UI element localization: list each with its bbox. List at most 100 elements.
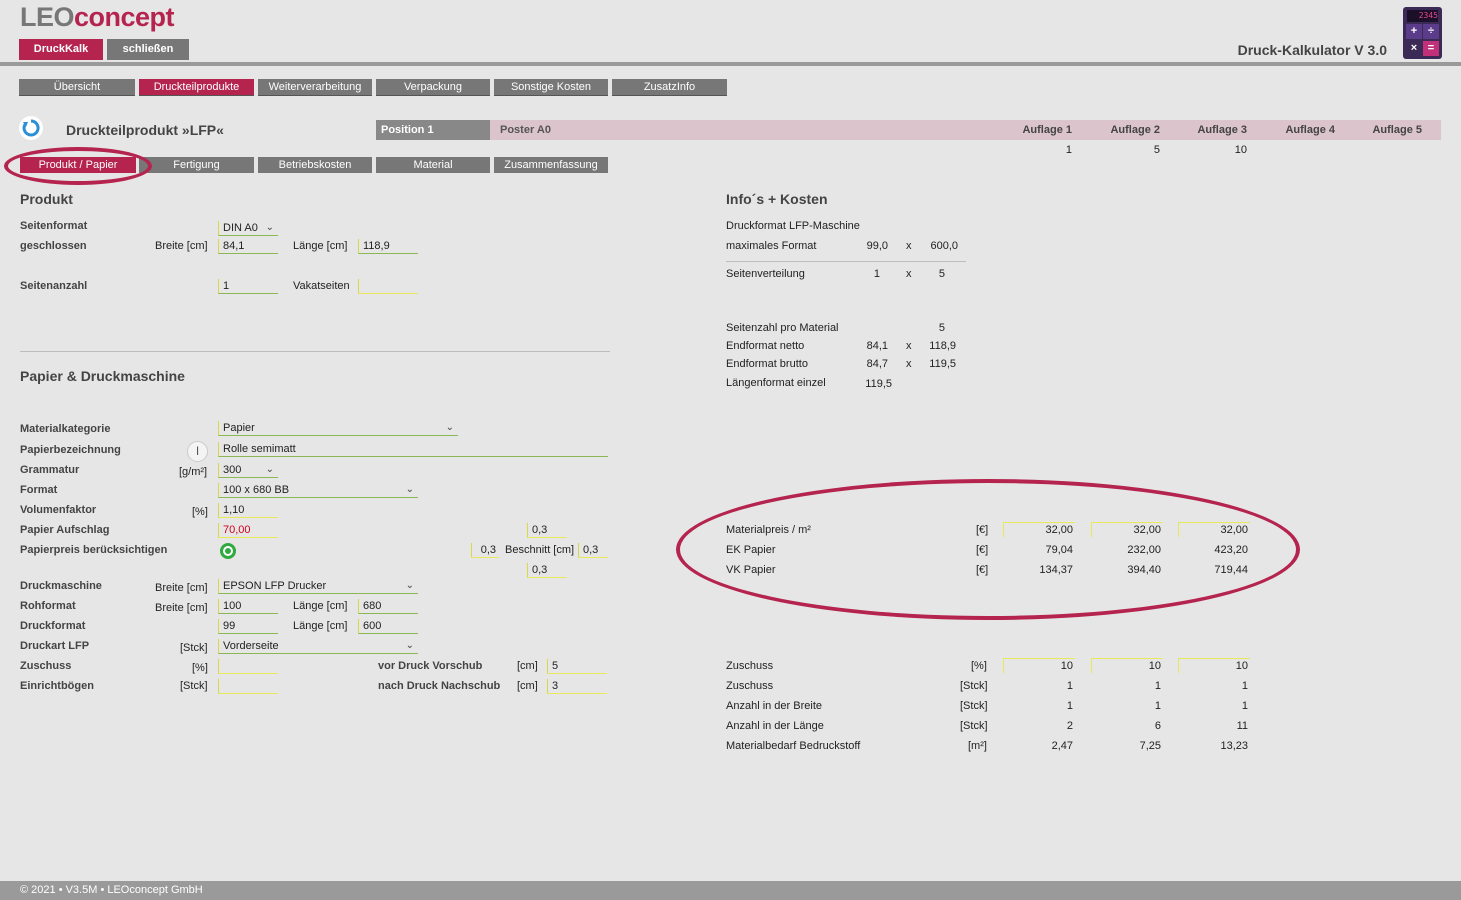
grammatur-select[interactable]: 300 ⌄ (218, 463, 278, 478)
chevron-down-icon: ⌄ (265, 464, 274, 475)
highlight-ellipse-subtab (4, 147, 152, 185)
material-anzahl-laenge-2: 6 (1154, 720, 1161, 732)
endformat-netto-width: 84,1 (866, 340, 888, 352)
tab-sonstige-kosten[interactable]: Sonstige Kosten (494, 79, 608, 96)
endformat-netto-label: Endformat netto (726, 340, 805, 352)
material-unit-anzahl-laenge: [Stck] (960, 720, 988, 732)
papierbezeichnung-label: Papierbezeichnung (20, 444, 121, 456)
position-name: Poster A0 (500, 124, 551, 136)
calculator-icon[interactable]: 2345 + ÷ × = (1403, 7, 1442, 59)
leoconcept-logo: LEOconcept (20, 2, 175, 33)
material-label-materialbedarf: Materialbedarf Bedruckstoff (726, 740, 861, 752)
vakatseiten-input[interactable] (358, 279, 418, 294)
tab-zusatzinfo[interactable]: ZusatzInfo (612, 79, 727, 96)
auflage-header-5: Auflage 5 (1372, 124, 1422, 136)
papier-aufschlag-input[interactable]: 70,00 (218, 523, 278, 538)
grammatur-unit: [g/m²] (179, 466, 208, 478)
druckmaschine-breite-label: Breite [cm] (155, 582, 208, 594)
grammatur-value: 300 (223, 464, 242, 476)
druckkalk-button[interactable]: DruckKalk (19, 39, 103, 60)
material-zuschuss-pct-1[interactable]: 10 (1003, 658, 1075, 673)
close-button[interactable]: schließen (107, 39, 189, 60)
volumenfaktor-input[interactable]: 1,10 (218, 503, 278, 518)
material-unit-anzahl-breite: [Stck] (960, 700, 988, 712)
material-zuschuss-stck-1: 1 (1066, 680, 1073, 692)
material-zuschuss-pct-2[interactable]: 10 (1091, 658, 1163, 673)
breite-label: Breite [cm] (155, 240, 208, 252)
breite-input[interactable]: 84,1 (218, 239, 278, 254)
vordruck-unit: [cm] (517, 660, 538, 672)
rohformat-laenge-input[interactable]: 680 (358, 599, 418, 614)
rohformat-breite-input[interactable]: 100 (218, 599, 278, 614)
auflage-value-3[interactable]: 10 (1177, 144, 1247, 156)
druckmaschine-label: Druckmaschine (20, 580, 102, 592)
chevron-down-icon: ⌄ (405, 580, 414, 591)
text-cursor-icon[interactable]: I (187, 441, 208, 462)
zuschuss-unit: [%] (192, 662, 208, 674)
druckart-label: Druckart LFP (20, 640, 90, 652)
material-anzahl-breite-2: 1 (1154, 700, 1161, 712)
seitenverteilung-x: x (906, 268, 912, 280)
auflage-header-4: Auflage 4 (1285, 124, 1335, 136)
seitenformat-select[interactable]: DIN A0 ⌄ (218, 221, 278, 236)
refresh-icon[interactable] (19, 116, 43, 140)
subtab-zusammenfassung[interactable]: Zusammenfassung (494, 157, 608, 173)
material-zuschuss-pct-3[interactable]: 10 (1178, 658, 1250, 673)
materialkategorie-select[interactable]: Papier ⌄ (218, 421, 458, 436)
plus-key-icon: + (1406, 24, 1422, 39)
info-divider (726, 261, 966, 262)
maxformat-width: 99,0 (866, 240, 888, 252)
nachdruck-input[interactable]: 3 (547, 679, 607, 694)
auflage-value-1[interactable]: 1 (1002, 144, 1072, 156)
format-select[interactable]: 100 x 680 BB ⌄ (218, 483, 418, 498)
material-materialbedarf-3: 13,23 (1220, 740, 1248, 752)
tab-weiterverarbeitung[interactable]: Weiterverarbeitung (258, 79, 372, 96)
subtab-betriebskosten[interactable]: Betriebskosten (258, 157, 372, 173)
auflage-header-3: Auflage 3 (1197, 124, 1247, 136)
materialkategorie-label: Materialkategorie (20, 423, 111, 435)
app-title: Druck-Kalkulator V 3.0 (1237, 42, 1387, 58)
material-zuschuss-stck-3: 1 (1241, 680, 1248, 692)
druckformat-breite-input[interactable]: 99 (218, 619, 278, 634)
rohformat-laenge-label: Länge [cm] (293, 600, 348, 612)
seitenanzahl-input[interactable]: 1 (218, 279, 278, 294)
tab-uebersicht[interactable]: Übersicht (19, 79, 135, 96)
material-label-zuschuss-pct: Zuschuss (726, 660, 774, 672)
tab-verpackung[interactable]: Verpackung (376, 79, 490, 96)
subtab-fertigung[interactable]: Fertigung (139, 157, 254, 173)
beschnitt-label: Beschnitt [cm] (505, 544, 575, 556)
subtab-material[interactable]: Material (376, 157, 490, 173)
chevron-down-icon: ⌄ (265, 222, 274, 233)
maxformat-x: x (906, 240, 912, 252)
beschnitt-top-input[interactable]: 0,3 (527, 523, 567, 538)
beschnitt-right-input[interactable]: 0,3 (578, 543, 608, 558)
maxformat-height: 600,0 (930, 240, 958, 252)
format-label: Format (20, 484, 58, 496)
section-produkt: Produkt (20, 191, 73, 207)
tab-druckteilprodukte[interactable]: Druckteilprodukte (139, 79, 254, 96)
section-infos-kosten: Info´s + Kosten (726, 191, 828, 207)
checked-toggle-icon[interactable] (220, 543, 236, 559)
endformat-brutto-width: 84,7 (866, 358, 888, 370)
druckformat-label: Druckformat (20, 620, 86, 632)
endformat-brutto-x: x (906, 358, 912, 370)
laenge-label: Länge [cm] (293, 240, 348, 252)
laenge-input[interactable]: 118,9 (358, 239, 418, 254)
druckformat-laenge-input[interactable]: 600 (358, 619, 418, 634)
einrichtboegen-input[interactable] (218, 679, 278, 694)
laengenformat-value: 119,5 (865, 378, 892, 390)
vordruck-input[interactable]: 5 (547, 659, 607, 674)
beschnitt-bottom-input[interactable]: 0,3 (527, 563, 567, 578)
geschlossen-label: geschlossen (20, 240, 87, 252)
papier-aufschlag-label: Papier Aufschlag (20, 524, 110, 536)
auflage-header-1: Auflage 1 (1022, 124, 1072, 136)
papierbezeichnung-input[interactable]: Rolle semimatt (218, 442, 608, 457)
zuschuss-input[interactable] (218, 659, 278, 674)
beschnitt-left-input[interactable]: 0,3 (471, 543, 499, 558)
auflage-value-2[interactable]: 5 (1090, 144, 1160, 156)
position-label[interactable]: Position 1 (376, 120, 490, 140)
druckart-select[interactable]: Vorderseite ⌄ (218, 639, 418, 654)
nachdruck-label: nach Druck Nachschub (378, 680, 501, 692)
druckmaschine-select[interactable]: EPSON LFP Drucker ⌄ (218, 579, 418, 594)
seitenzahl-material-value: 5 (938, 322, 945, 334)
